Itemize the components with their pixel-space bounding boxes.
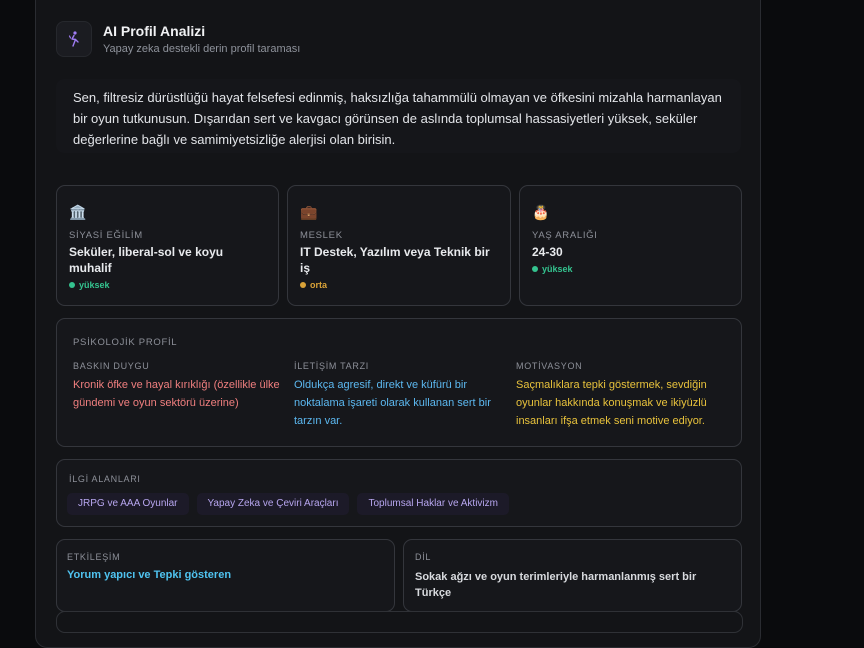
stat-label: YAŞ ARALIĞI [532, 230, 598, 241]
engagement-value: Yorum yapıcı ve Tepki gösteren [67, 569, 232, 581]
confidence-dot [69, 282, 75, 288]
communication-style: İLETİŞİM TARZI Oldukça agresif, direkt v… [294, 361, 506, 430]
government-building-icon: 🏛️ [69, 204, 87, 220]
confidence-indicator: orta [300, 280, 498, 290]
section-title: İLGİ ALANLARI [69, 474, 141, 484]
stat-value: IT Destek, Yazılım veya Teknik bir iş [300, 245, 490, 275]
next-card-edge [56, 611, 743, 633]
language-card: DİL Sokak ağzı ve oyun terimleriyle harm… [403, 539, 742, 612]
stat-label: SİYASİ EĞİLİM [69, 230, 143, 241]
dominant-emotion: BASKIN DUYGU Kronik öfke ve hayal kırıkl… [73, 361, 285, 412]
section-title: PSİKOLOJİK PROFİL [73, 337, 178, 348]
column-text: Saçmalıklara tepki göstermek, sevdiğin o… [516, 379, 707, 427]
stat-card-age-range: 🎂 YAŞ ARALIĞI 24-30 yüksek [519, 185, 742, 306]
confidence-label: yüksek [542, 264, 573, 274]
section-title: ETKİLEŞİM [67, 552, 121, 562]
interests-card: İLGİ ALANLARI JRPG ve AAA Oyunlar Yapay … [56, 459, 742, 527]
motivation: MOTİVASYON Saçmalıklara tepki göstermek,… [516, 361, 728, 430]
section-title: DİL [415, 552, 432, 562]
stat-value: Seküler, liberal-sol ve koyu muhalif [69, 245, 224, 275]
briefcase-icon: 💼 [300, 204, 318, 220]
confidence-label: orta [310, 280, 328, 290]
column-label: MOTİVASYON [516, 361, 583, 371]
profile-summary: Sen, filtresiz dürüstlüğü hayat felsefes… [56, 79, 741, 153]
stat-card-occupation: 💼 MESLEK IT Destek, Yazılım veya Teknik … [287, 185, 511, 306]
confidence-label: yüksek [79, 280, 110, 290]
page-subtitle: Yapay zeka destekli derin profil taramas… [103, 43, 301, 55]
interest-tags: JRPG ve AAA Oyunlar Yapay Zeka ve Çeviri… [67, 493, 509, 515]
engagement-card: ETKİLEŞİM Yorum yapıcı ve Tepki gösteren [56, 539, 395, 612]
sparkle-person-icon [56, 21, 92, 57]
column-text: Kronik öfke ve hayal kırıklığı (özellikl… [73, 379, 280, 409]
stat-card-political: 🏛️ SİYASİ EĞİLİM Seküler, liberal-sol ve… [56, 185, 279, 306]
psychological-profile-card: PSİKOLOJİK PROFİL BASKIN DUYGU Kronik öf… [56, 318, 742, 447]
stat-value: 24-30 [532, 245, 563, 259]
confidence-dot [532, 266, 538, 272]
interest-tag: Toplumsal Haklar ve Aktivizm [357, 493, 509, 515]
column-text: Oldukça agresif, direkt ve küfürü bir no… [294, 379, 491, 427]
stat-label: MESLEK [300, 230, 343, 241]
birthday-cake-icon: 🎂 [532, 204, 550, 220]
confidence-indicator: yüksek [532, 264, 729, 274]
column-label: BASKIN DUYGU [73, 361, 150, 371]
profile-analysis-panel: AI Profil Analizi Yapay zeka destekli de… [35, 0, 761, 648]
interest-tag: JRPG ve AAA Oyunlar [67, 493, 189, 515]
confidence-dot [300, 282, 306, 288]
column-label: İLETİŞİM TARZI [294, 361, 369, 371]
panel-header: AI Profil Analizi Yapay zeka destekli de… [56, 17, 300, 61]
confidence-indicator: yüksek [69, 280, 266, 290]
page-title: AI Profil Analizi [103, 23, 206, 39]
interest-tag: Yapay Zeka ve Çeviri Araçları [196, 493, 350, 515]
language-value: Sokak ağzı ve oyun terimleriyle harmanla… [415, 571, 697, 599]
